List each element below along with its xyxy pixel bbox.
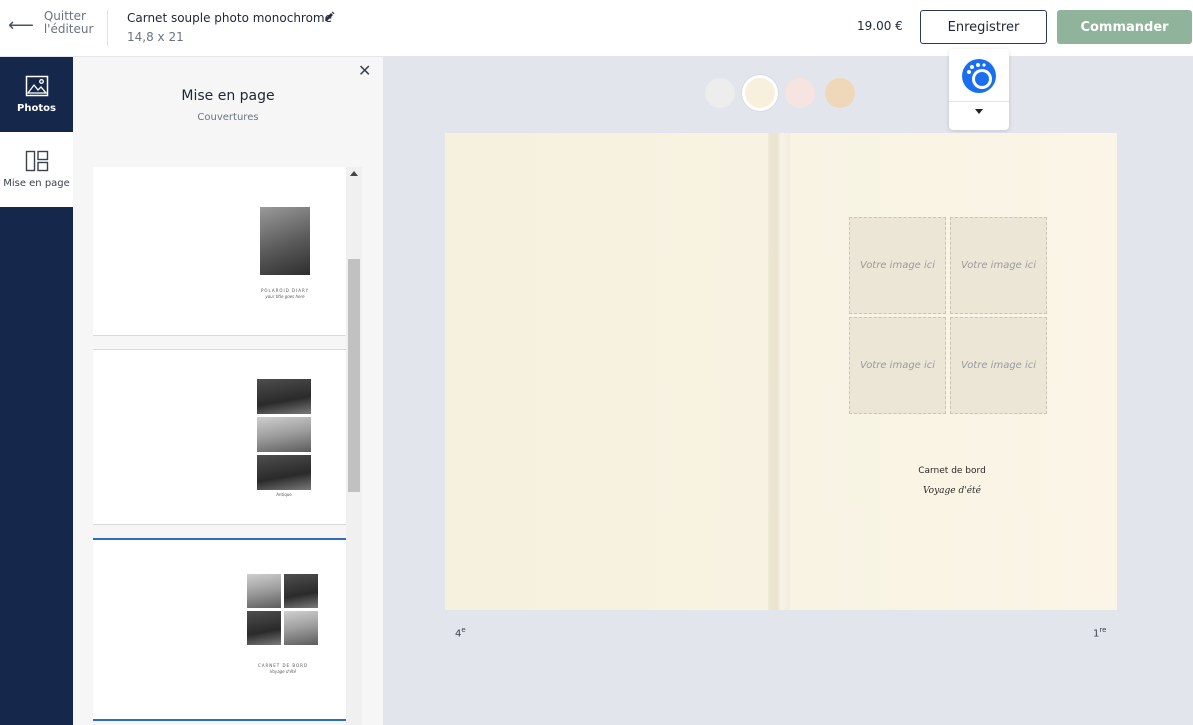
rail-layout-label: Mise en page: [3, 178, 70, 189]
cover-layout-thumbnail[interactable]: POLAROID DIARY your title goes here: [93, 167, 346, 336]
brand-menu[interactable]: [949, 49, 1009, 130]
image-slot[interactable]: Votre image ici: [849, 317, 946, 414]
scrollbar-thumb[interactable]: [348, 259, 360, 492]
cover-title-text[interactable]: Carnet de bord: [897, 466, 1007, 476]
panel-scrollbar[interactable]: [346, 167, 362, 725]
spine: [768, 133, 790, 610]
thumbnail-photo: [257, 379, 311, 414]
brand-menu-divider: [949, 101, 1009, 102]
top-bar: ⟵ Quitter l'éditeur Carnet souple photo …: [0, 0, 1193, 57]
cover-spread: Votre image ici Votre image ici Votre im…: [445, 133, 1117, 610]
thumbnail-photo: [284, 611, 318, 645]
rail-item-photos[interactable]: Photos: [0, 57, 73, 132]
page-number-suffix: re: [1099, 626, 1107, 634]
left-rail: Photos Mise en page: [0, 57, 73, 725]
document-size: 14,8 x 21: [127, 30, 184, 44]
front-cover-page-number: 1re: [1093, 626, 1106, 639]
chevron-down-icon[interactable]: [975, 109, 983, 114]
brand-logo-icon: [962, 59, 996, 93]
panel-subtitle: Couvertures: [197, 112, 259, 123]
thumbnail-caption: CARNET DE BORD: [257, 663, 309, 668]
pencil-icon[interactable]: [322, 10, 336, 24]
quit-editor-button[interactable]: ⟵ Quitter l'éditeur: [8, 10, 94, 36]
price-label: 19.00 €: [857, 19, 903, 33]
image-slot[interactable]: Votre image ici: [950, 317, 1047, 414]
color-swatch-beige[interactable]: [825, 78, 855, 108]
document-title: Carnet souple photo monochrome: [127, 11, 333, 25]
color-swatch-grey[interactable]: [705, 78, 735, 108]
image-slot[interactable]: Votre image ici: [950, 217, 1047, 314]
back-arrow-icon: ⟵: [8, 15, 34, 36]
cover-layout-thumbnail-selected[interactable]: CARNET DE BORD Voyage d'été: [93, 538, 346, 721]
layout-icon: [25, 150, 48, 172]
thumbnail-caption-sub: Voyage d'été: [269, 669, 297, 674]
back-cover-page-number: 4e: [455, 626, 466, 639]
thumbnail-photo: [257, 417, 311, 452]
rail-photos-label: Photos: [17, 103, 56, 114]
thumbnail-caption-sub: your title goes here: [265, 294, 305, 299]
color-swatch-pink[interactable]: [785, 78, 815, 108]
cover-layout-thumbnail[interactable]: Antique: [93, 349, 346, 525]
image-icon: [25, 75, 48, 97]
page-number-suffix: e: [461, 626, 466, 634]
order-button[interactable]: Commander: [1057, 10, 1192, 44]
quit-editor-label: Quitter l'éditeur: [43, 9, 94, 36]
thumbnail-caption: POLAROID DIARY: [260, 288, 310, 293]
panel-title: Mise en page: [181, 88, 275, 104]
close-icon[interactable]: ✕: [358, 61, 371, 80]
thumbnail-photo: [247, 611, 281, 645]
thumbnail-photo: [257, 455, 311, 490]
cover-subtitle-text[interactable]: Voyage d'été: [897, 486, 1007, 496]
save-button[interactable]: Enregistrer: [920, 10, 1047, 44]
editor-canvas: Votre image ici Votre image ici Votre im…: [383, 49, 1193, 725]
layout-panel: ✕ Mise en page Couvertures POLAROID DIAR…: [73, 57, 383, 725]
thumbnail-photo: [284, 574, 318, 608]
rail-item-layout[interactable]: Mise en page: [0, 132, 73, 207]
header-divider: [107, 10, 108, 46]
color-swatch-cream[interactable]: [745, 78, 775, 108]
thumbnail-photo: [260, 207, 310, 275]
scroll-up-arrow-icon[interactable]: [350, 171, 358, 176]
image-slot[interactable]: Votre image ici: [849, 217, 946, 314]
thumbnail-photo: [247, 574, 281, 608]
thumbnail-caption: Antique: [276, 492, 292, 497]
